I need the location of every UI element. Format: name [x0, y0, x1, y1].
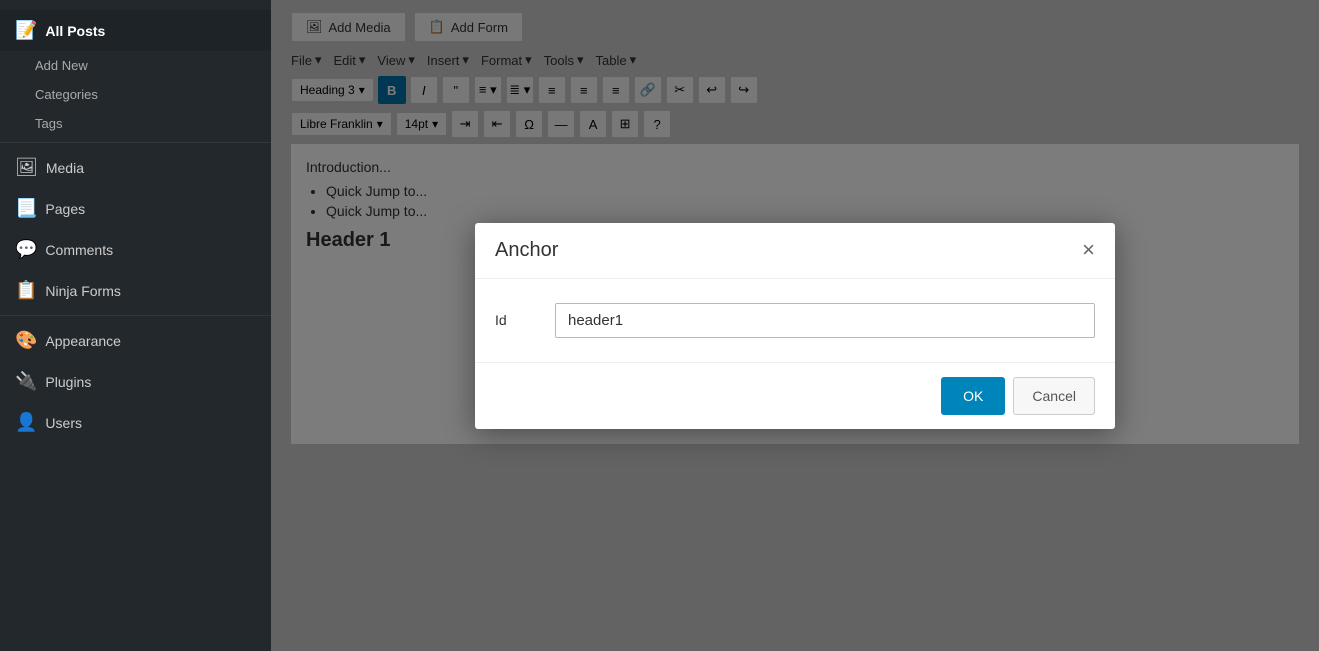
- appearance-icon: 🎨: [15, 330, 37, 351]
- users-icon: 👤: [15, 412, 37, 433]
- modal-overlay: Anchor × Id OK Cancel: [271, 0, 1319, 651]
- sidebar-item-add-new[interactable]: Add New: [0, 51, 271, 80]
- sidebar: 📝 All Posts Add New Categories Tags 🖼 Me…: [0, 0, 271, 651]
- ok-button[interactable]: OK: [941, 377, 1005, 415]
- modal-footer: OK Cancel: [475, 363, 1115, 429]
- comments-icon: 💬: [15, 239, 37, 260]
- sidebar-item-categories[interactable]: Categories: [0, 80, 271, 109]
- id-label: Id: [495, 312, 535, 328]
- anchor-id-input[interactable]: [555, 303, 1095, 338]
- modal-title: Anchor: [495, 239, 558, 262]
- sidebar-item-media[interactable]: 🖼 Media: [0, 147, 271, 188]
- modal-close-button[interactable]: ×: [1082, 239, 1095, 261]
- sidebar-divider: [0, 142, 271, 143]
- sidebar-item-appearance[interactable]: 🎨 Appearance: [0, 320, 271, 361]
- pages-icon: 📃: [15, 198, 37, 219]
- ninja-forms-icon: 📋: [15, 280, 37, 301]
- media-icon: 🖼: [15, 157, 38, 178]
- modal-header: Anchor ×: [475, 223, 1115, 279]
- modal-body: Id: [475, 279, 1115, 363]
- cancel-button[interactable]: Cancel: [1013, 377, 1095, 415]
- sidebar-item-comments[interactable]: 💬 Comments: [0, 229, 271, 270]
- sidebar-item-tags[interactable]: Tags: [0, 109, 271, 138]
- sidebar-item-all-posts[interactable]: 📝 All Posts: [0, 10, 271, 51]
- sidebar-item-plugins[interactable]: 🔌 Plugins: [0, 361, 271, 402]
- anchor-modal: Anchor × Id OK Cancel: [475, 223, 1115, 429]
- sidebar-item-users[interactable]: 👤 Users: [0, 402, 271, 443]
- sidebar-item-pages[interactable]: 📃 Pages: [0, 188, 271, 229]
- main-area: 🖼 Add Media 📋 Add Form File ▾ Edit ▾ Vie…: [271, 0, 1319, 651]
- sidebar-divider-2: [0, 315, 271, 316]
- posts-icon: 📝: [15, 20, 37, 41]
- sidebar-item-ninja-forms[interactable]: 📋 Ninja Forms: [0, 270, 271, 311]
- plugins-icon: 🔌: [15, 371, 37, 392]
